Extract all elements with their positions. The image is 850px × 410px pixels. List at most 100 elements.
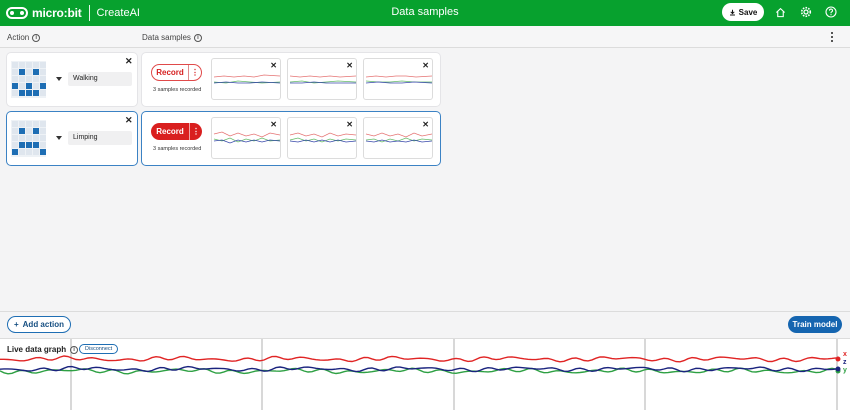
led-off[interactable] [33, 76, 39, 82]
close-icon[interactable]: ✕ [422, 120, 429, 129]
led-icon-picker[interactable] [11, 61, 46, 98]
led-off[interactable] [40, 135, 46, 141]
chevron-down-icon[interactable] [56, 136, 62, 140]
led-off[interactable] [12, 121, 18, 127]
action-card-limping[interactable]: ✕ [7, 112, 137, 165]
disconnect-button[interactable]: Disconnect [79, 344, 119, 354]
led-off[interactable] [26, 128, 32, 134]
close-icon[interactable]: ✕ [270, 120, 277, 129]
help-icon[interactable] [825, 6, 837, 18]
live-data-graph [0, 339, 841, 410]
action-column-header: Action i [7, 33, 41, 42]
more-options-icon[interactable] [830, 32, 834, 42]
more-vertical-icon[interactable]: ⋮ [189, 123, 202, 140]
trace-marker-z [835, 366, 841, 372]
led-off[interactable] [40, 62, 46, 68]
info-icon[interactable]: i [193, 33, 202, 42]
led-off[interactable] [26, 135, 32, 141]
led-off[interactable] [19, 76, 25, 82]
sample-graph [289, 75, 357, 84]
led-off[interactable] [26, 149, 32, 155]
sample-thumbnail[interactable]: ✕ [211, 117, 281, 159]
led-off[interactable] [26, 62, 32, 68]
close-icon[interactable]: ✕ [346, 120, 353, 129]
home-icon[interactable] [774, 6, 786, 18]
more-vertical-icon[interactable]: ⋮ [188, 65, 201, 80]
led-off[interactable] [12, 90, 18, 96]
sample-graph [213, 74, 281, 84]
led-off[interactable] [12, 76, 18, 82]
led-on[interactable] [19, 69, 25, 75]
record-button[interactable]: Record ⋮ [151, 123, 202, 140]
led-on[interactable] [33, 128, 39, 134]
led-off[interactable] [19, 62, 25, 68]
train-model-label: Train model [792, 320, 838, 329]
led-on[interactable] [19, 128, 25, 134]
led-off[interactable] [26, 121, 32, 127]
led-on[interactable] [19, 142, 25, 148]
led-on[interactable] [33, 142, 39, 148]
column-header-bar: Action i Data samples i [0, 26, 850, 48]
led-on[interactable] [40, 149, 46, 155]
close-icon[interactable]: ✕ [125, 57, 133, 66]
samples-column-label: Data samples [142, 33, 191, 42]
led-off[interactable] [12, 128, 18, 134]
sample-graph [289, 132, 357, 143]
led-on[interactable] [33, 90, 39, 96]
led-off[interactable] [19, 121, 25, 127]
led-icon-picker[interactable] [11, 120, 46, 157]
led-off[interactable] [40, 90, 46, 96]
led-off[interactable] [40, 128, 46, 134]
info-icon[interactable]: i [32, 33, 41, 42]
close-icon[interactable]: ✕ [125, 116, 133, 125]
action-card-walking[interactable]: ✕ [7, 53, 137, 106]
led-off[interactable] [26, 69, 32, 75]
action-name-input[interactable] [68, 131, 132, 145]
train-model-button[interactable]: Train model [788, 316, 842, 333]
chevron-down-icon[interactable] [56, 77, 62, 81]
led-off[interactable] [12, 69, 18, 75]
close-icon[interactable]: ✕ [346, 61, 353, 70]
led-on[interactable] [26, 90, 32, 96]
sample-thumbnail[interactable]: ✕ [363, 58, 433, 100]
led-off[interactable] [12, 135, 18, 141]
led-on[interactable] [19, 90, 25, 96]
led-off[interactable] [40, 76, 46, 82]
sample-thumbnail[interactable]: ✕ [287, 117, 357, 159]
led-off[interactable] [33, 83, 39, 89]
led-off[interactable] [40, 121, 46, 127]
close-icon[interactable]: ✕ [422, 61, 429, 70]
led-off[interactable] [33, 149, 39, 155]
axis-label-x: x [843, 351, 847, 358]
led-on[interactable] [33, 69, 39, 75]
sample-thumbnail[interactable]: ✕ [211, 58, 281, 100]
led-off[interactable] [19, 135, 25, 141]
samples-card-limping: Record ⋮ 3 samples recorded ✕ ✕ ✕ [142, 112, 440, 165]
led-on[interactable] [40, 83, 46, 89]
add-action-button[interactable]: + Add action [7, 316, 71, 333]
settings-gear-icon[interactable] [800, 6, 812, 18]
led-on[interactable] [12, 149, 18, 155]
led-on[interactable] [26, 83, 32, 89]
info-icon[interactable]: i [70, 345, 79, 354]
led-off[interactable] [33, 62, 39, 68]
led-off[interactable] [26, 76, 32, 82]
led-on[interactable] [12, 83, 18, 89]
led-on[interactable] [26, 142, 32, 148]
sample-thumbnail[interactable]: ✕ [287, 58, 357, 100]
save-button[interactable]: Save [722, 3, 764, 21]
live-graph-title-text: Live data graph [7, 345, 67, 354]
add-action-label: Add action [22, 320, 64, 329]
led-off[interactable] [19, 149, 25, 155]
led-off[interactable] [19, 83, 25, 89]
action-name-input[interactable] [68, 72, 132, 86]
led-off[interactable] [40, 142, 46, 148]
led-off[interactable] [40, 69, 46, 75]
sample-thumbnail[interactable]: ✕ [363, 117, 433, 159]
led-off[interactable] [33, 121, 39, 127]
record-button[interactable]: Record ⋮ [151, 64, 202, 81]
led-off[interactable] [12, 62, 18, 68]
led-off[interactable] [12, 142, 18, 148]
led-off[interactable] [33, 135, 39, 141]
close-icon[interactable]: ✕ [270, 61, 277, 70]
